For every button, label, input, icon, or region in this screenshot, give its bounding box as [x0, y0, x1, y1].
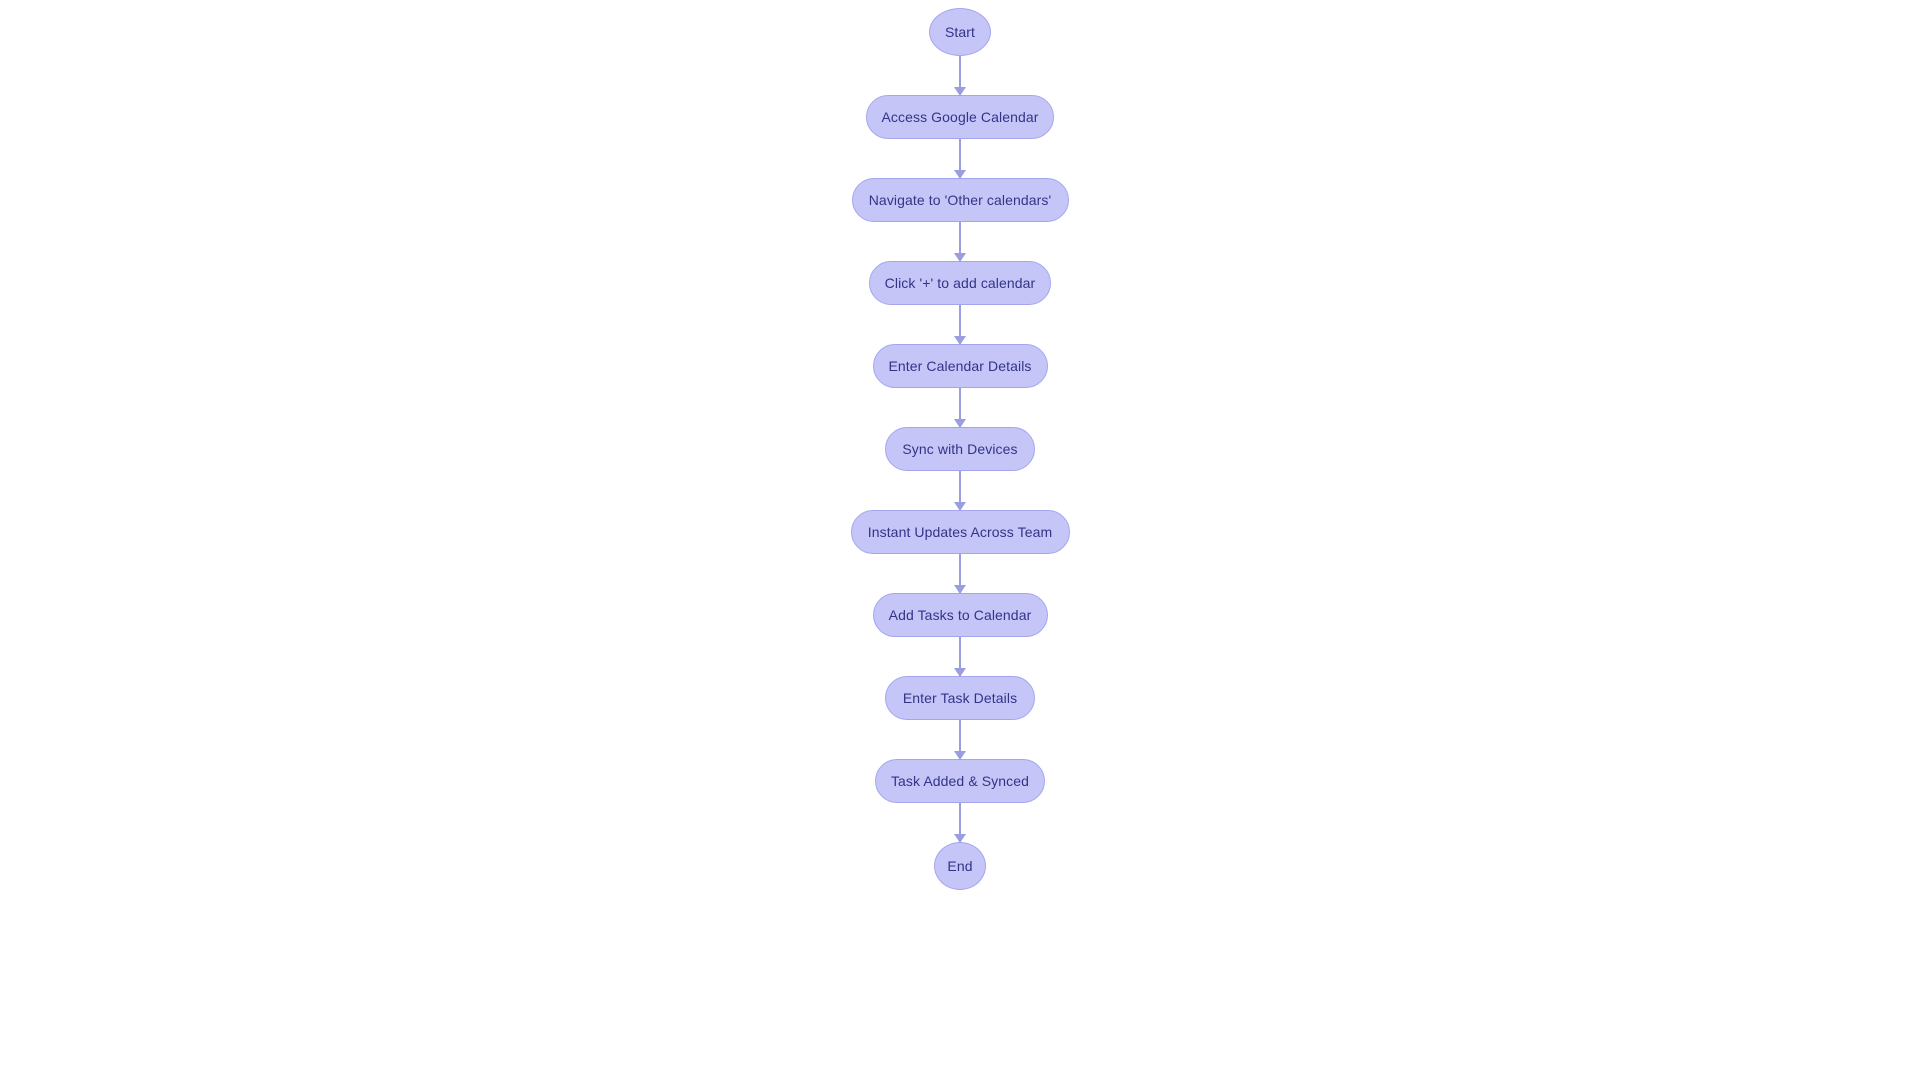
flow-edge-task-details-to-task-synced — [954, 720, 966, 760]
flow-edge-task-synced-to-end — [954, 803, 966, 843]
arrow-down-icon — [954, 419, 966, 428]
flow-edge-start-to-access-calendar — [954, 56, 966, 96]
flow-node-label: Navigate to 'Other calendars' — [868, 192, 1052, 208]
flow-edge-add-tasks-to-task-details — [954, 637, 966, 677]
flow-edge-access-calendar-to-other-calendars — [954, 139, 966, 179]
flow-node-calendar-details[interactable]: Enter Calendar Details — [872, 344, 1048, 388]
arrow-down-icon — [954, 170, 966, 179]
flow-node-task-synced[interactable]: Task Added & Synced — [875, 759, 1045, 803]
flowchart-canvas: Start Access Google Calendar Navigate to '… — [0, 0, 1920, 1080]
arrow-down-icon — [954, 87, 966, 96]
flow-edge-add-calendar-to-calendar-details — [954, 305, 966, 345]
flow-edge-calendar-details-to-sync-devices — [954, 388, 966, 428]
flow-node-label: Click '+' to add calendar — [884, 275, 1036, 291]
flow-node-label: Enter Task Details — [902, 690, 1018, 706]
flowchart-node-column: Start Access Google Calendar Navigate to '… — [0, 0, 1920, 890]
flow-node-label: Sync with Devices — [902, 441, 1018, 457]
arrow-down-icon — [954, 834, 966, 843]
flow-edge-sync-devices-to-instant-updates — [954, 471, 966, 511]
arrow-down-icon — [954, 502, 966, 511]
flow-node-label: Add Tasks to Calendar — [888, 607, 1032, 623]
flow-node-add-calendar[interactable]: Click '+' to add calendar — [869, 261, 1051, 305]
flow-node-add-tasks[interactable]: Add Tasks to Calendar — [872, 593, 1048, 637]
flow-node-label: Access Google Calendar — [881, 109, 1039, 125]
flow-node-label: Start — [944, 24, 976, 40]
flow-node-other-calendars[interactable]: Navigate to 'Other calendars' — [851, 178, 1069, 222]
flow-edge-instant-updates-to-add-tasks — [954, 554, 966, 594]
flow-node-task-details[interactable]: Enter Task Details — [885, 676, 1035, 720]
flow-node-label: End — [947, 858, 973, 874]
flow-node-label: Enter Calendar Details — [888, 358, 1032, 374]
arrow-down-icon — [954, 253, 966, 262]
arrow-down-icon — [954, 336, 966, 345]
flow-node-end[interactable]: End — [934, 842, 986, 890]
arrow-down-icon — [954, 668, 966, 677]
arrow-down-icon — [954, 585, 966, 594]
flow-node-instant-updates[interactable]: Instant Updates Across Team — [850, 510, 1070, 554]
flow-edge-other-calendars-to-add-calendar — [954, 222, 966, 262]
flow-node-label: Task Added & Synced — [890, 773, 1030, 789]
flow-node-access-calendar[interactable]: Access Google Calendar — [866, 95, 1054, 139]
flow-node-start[interactable]: Start — [929, 8, 991, 56]
flow-node-label: Instant Updates Across Team — [867, 524, 1053, 540]
arrow-down-icon — [954, 751, 966, 760]
flow-node-sync-devices[interactable]: Sync with Devices — [885, 427, 1035, 471]
